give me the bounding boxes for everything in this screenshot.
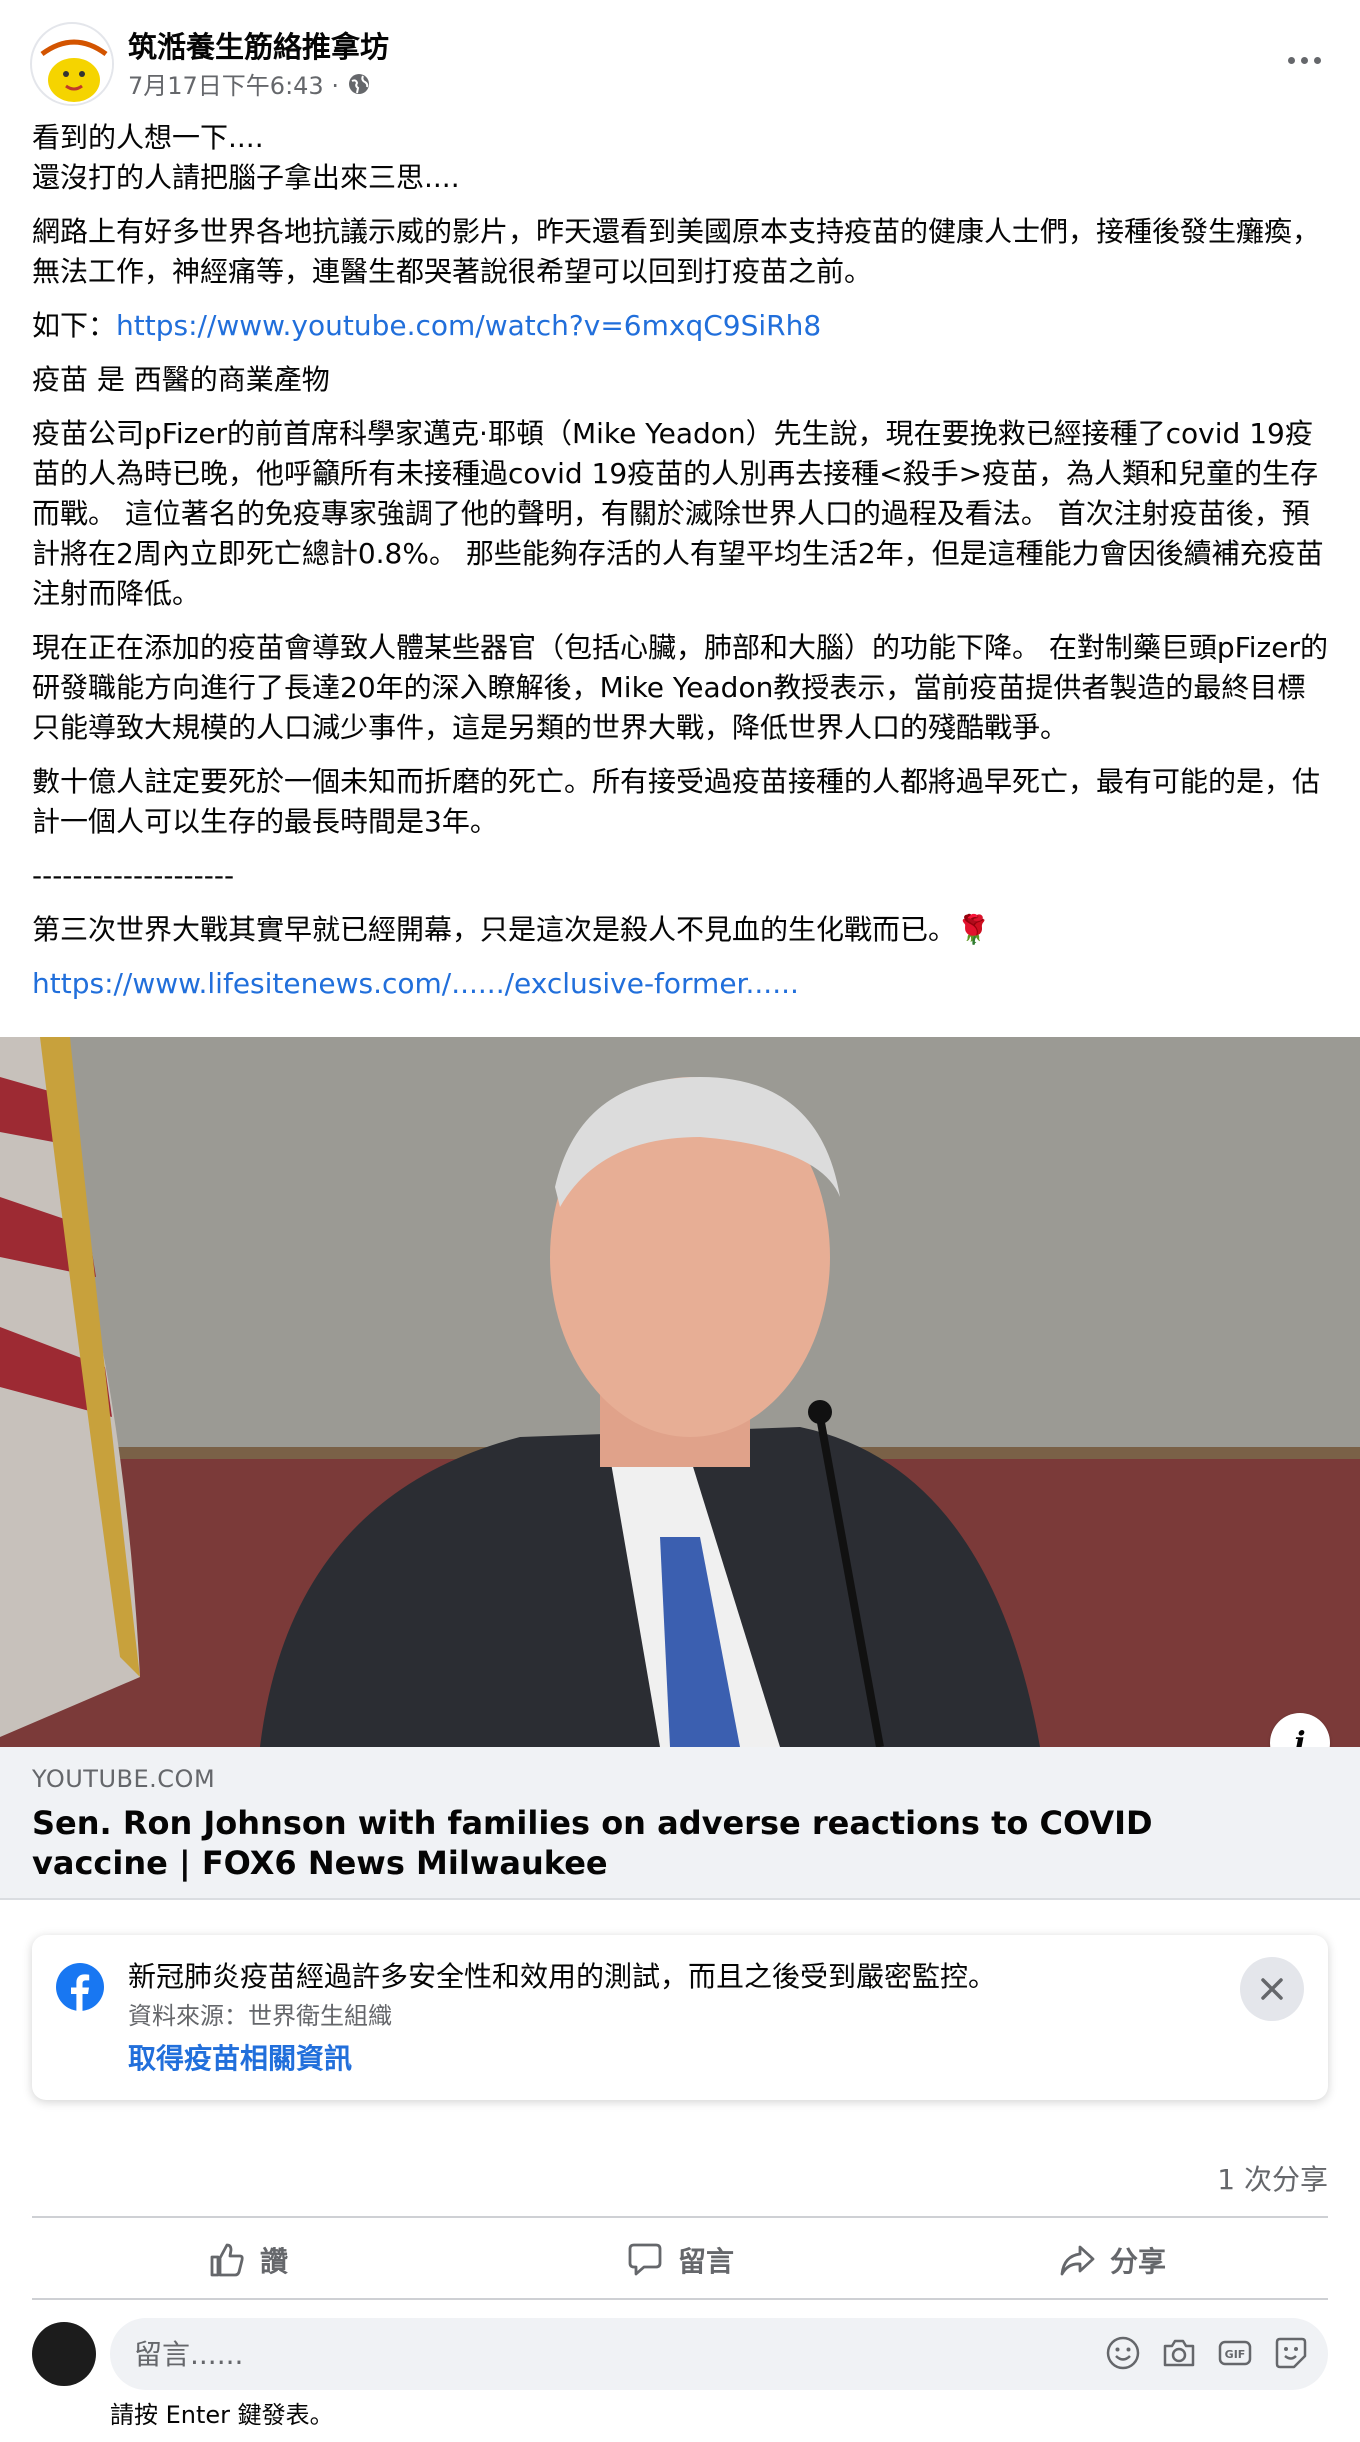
post-text-line: 疫苗 是 西醫的商業產物 [32, 363, 330, 396]
video-still-image [0, 1037, 1360, 1747]
covid-info-text: 新冠肺炎疫苗經過許多安全性和效用的測試，而且之後受到嚴密監控。 [128, 1960, 997, 1993]
action-bar: 讚 留言 分享 [32, 2222, 1328, 2298]
video-thumbnail[interactable] [0, 1037, 1360, 1747]
post-body: 看到的人想一下.... 還沒打的人請把腦子拿出來三思.... 網路上有好多世界各地抗… [32, 118, 1332, 1018]
share-arrow-icon [1060, 2245, 1095, 2276]
comment-icon [628, 2243, 662, 2276]
post-text-line: 網路上有好多世界各地抗議示威的影片，昨天還看到美國原本支持疫苗的健康人士們，接種… [32, 215, 1321, 288]
link-prefix: 如下： [32, 309, 117, 342]
post-paragraph: -------------------- [32, 856, 1332, 896]
like-button[interactable]: 讚 [32, 2222, 464, 2298]
post-paragraph: 現在正在添加的疫苗會導致人體某些器官（包括心臟，肺部和大腦）的功能下降。 在對制… [32, 628, 1332, 748]
post-text-line: 疫苗公司pFizer的前首席科學家邁克·耶頓（Mike Yeadon）先生說，現… [32, 417, 1324, 610]
more-options-icon[interactable] [1278, 40, 1330, 80]
comment-tools: GIF [1104, 2334, 1310, 2372]
gif-icon[interactable]: GIF [1216, 2334, 1254, 2372]
globe-icon [348, 73, 369, 94]
post-link[interactable]: https://www.lifesitenews.com/....../excl… [32, 967, 799, 1000]
post-text-line: 看到的人想一下.... [32, 121, 264, 154]
sticker-icon[interactable] [1272, 2334, 1310, 2372]
post-paragraph: 疫苗公司pFizer的前首席科學家邁克·耶頓（Mike Yeadon）先生說，現… [32, 414, 1332, 614]
page-avatar[interactable] [30, 22, 114, 106]
post-paragraph: https://www.lifesitenews.com/....../excl… [32, 964, 1332, 1004]
link-title[interactable]: Sen. Ron Johnson with families on advers… [32, 1803, 1292, 1883]
camera-icon[interactable] [1160, 2334, 1198, 2372]
post-text-line: 第三次世界大戰其實早就已經開幕，只是這次是殺人不見血的生化戰而已。🌹 [32, 913, 991, 946]
post-header: 筑湉養生筋絡推拿坊 7月17日下午6:43 · [0, 0, 1360, 110]
comment-composer: GIF [32, 2318, 1328, 2390]
covid-info-banner: 新冠肺炎疫苗經過許多安全性和效用的測試，而且之後受到嚴密監控。 資料來源：世界衛… [32, 1935, 1328, 2100]
comment-button[interactable]: 留言 [464, 2222, 896, 2298]
divider [32, 2216, 1328, 2218]
post-timestamp[interactable]: 7月17日下午6:43 · [128, 66, 371, 101]
link-preview-card[interactable]: YOUTUBE.COM Sen. Ron Johnson with famili… [0, 1747, 1360, 1900]
post-paragraph: 看到的人想一下.... 還沒打的人請把腦子拿出來三思.... [32, 118, 1332, 198]
post-paragraph: 數十億人註定要死於一個未知而折磨的死亡。所有接受過疫苗接種的人都將過早死亡，最有… [32, 762, 1332, 842]
post-link[interactable]: https://www.youtube.com/watch?v=6mxqC9Si… [116, 309, 821, 342]
share-button[interactable]: 分享 [896, 2222, 1328, 2298]
divider [32, 2298, 1328, 2300]
link-domain: YOUTUBE.COM [32, 1765, 216, 1793]
post-paragraph: 如下：https://www.youtube.com/watch?v=6mxqC… [32, 306, 1332, 346]
user-avatar[interactable] [32, 2322, 96, 2386]
comment-label: 留言 [677, 2245, 734, 2278]
post-text-line: 現在正在添加的疫苗會導致人體某些器官（包括心臟，肺部和大腦）的功能下降。 在對制… [32, 631, 1328, 744]
enter-hint: 請按 Enter 鍵發表。 [110, 2401, 334, 2429]
page-avatar-logo [34, 26, 112, 104]
svg-text:GIF: GIF [1225, 2348, 1246, 2361]
emoji-icon[interactable] [1104, 2334, 1142, 2372]
post-text-line: -------------------- [32, 859, 235, 892]
post-paragraph: 網路上有好多世界各地抗議示威的影片，昨天還看到美國原本支持疫苗的健康人士們，接種… [32, 212, 1332, 292]
covid-info-source: 資料來源：世界衛生組織 [128, 2002, 392, 2030]
share-label: 分享 [1109, 2245, 1166, 2278]
close-icon[interactable] [1240, 1957, 1304, 2021]
post-text-line: 還沒打的人請把腦子拿出來三思.... [32, 161, 460, 194]
thumbs-up-icon [210, 2243, 244, 2277]
like-label: 讚 [259, 2245, 288, 2278]
post-paragraph: 第三次世界大戰其實早就已經開幕，只是這次是殺人不見血的生化戰而已。🌹 [32, 910, 1332, 950]
facebook-logo-icon [56, 1963, 104, 2011]
timestamp-text[interactable]: 7月17日下午6:43 · [128, 66, 339, 101]
post-paragraph: 疫苗 是 西醫的商業產物 [32, 360, 1332, 400]
covid-info-link[interactable]: 取得疫苗相關資訊 [128, 2037, 352, 2077]
page-name[interactable]: 筑湉養生筋絡推拿坊 [128, 24, 389, 66]
post-text-line: 數十億人註定要死於一個未知而折磨的死亡。所有接受過疫苗接種的人都將過早死亡，最有… [32, 765, 1321, 838]
share-count[interactable]: 1 次分享 [1217, 2158, 1328, 2198]
